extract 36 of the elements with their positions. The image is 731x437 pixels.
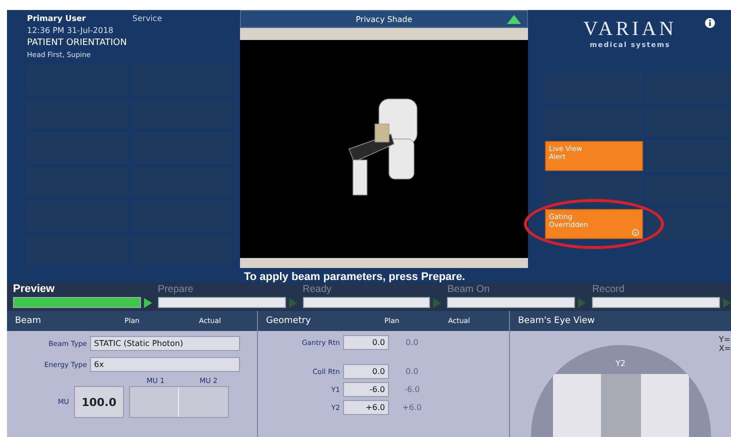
jaw-label: Y2 bbox=[616, 359, 626, 368]
workflow-step[interactable]: Preview bbox=[13, 283, 55, 295]
play-arrow-icon bbox=[433, 298, 442, 308]
mu-value: 100.0 bbox=[74, 386, 124, 418]
actual-value: +6.0 bbox=[401, 403, 423, 412]
coordinate-label: X= bbox=[718, 344, 731, 353]
status-message: To apply beam parameters, press Prepare. bbox=[243, 270, 466, 283]
play-arrow-icon bbox=[288, 298, 297, 308]
actual-value: 0.0 bbox=[404, 338, 420, 347]
workflow-step[interactable]: Record bbox=[592, 284, 624, 295]
mode-label: Service bbox=[132, 14, 162, 23]
info-icon[interactable] bbox=[705, 18, 715, 28]
field-value: 6x bbox=[90, 357, 240, 372]
play-arrow-icon bbox=[723, 298, 731, 308]
date-time: 12:36 PM 31-Jul-2018 bbox=[27, 26, 114, 35]
field-value: STATIC (Static Photon) bbox=[90, 336, 240, 351]
plan-value: +6.0 bbox=[343, 400, 389, 415]
workflow-step[interactable]: Beam On bbox=[447, 284, 490, 295]
workflow-step[interactable]: Ready bbox=[302, 284, 332, 295]
panel-title: Geometry bbox=[266, 316, 312, 326]
actual-value: -6.0 bbox=[403, 385, 421, 394]
plan-value: -6.0 bbox=[343, 382, 389, 397]
section-title: PATIENT ORIENTATION bbox=[27, 38, 128, 48]
plan-value: 0.0 bbox=[343, 335, 389, 350]
user-name: Primary User bbox=[27, 14, 86, 23]
panel-title: Beam's Eye View bbox=[518, 316, 596, 326]
panel-title: Beam bbox=[15, 316, 42, 326]
play-arrow-icon bbox=[578, 298, 586, 308]
plan-value: 0.0 bbox=[343, 364, 389, 379]
coordinate-label: Y= bbox=[718, 335, 731, 344]
actual-value: 0.0 bbox=[404, 367, 420, 376]
workflow-step[interactable]: Prepare bbox=[158, 284, 194, 295]
video-title: Privacy Shade bbox=[356, 14, 412, 24]
play-arrow-icon bbox=[144, 298, 152, 308]
info-icon bbox=[632, 229, 639, 236]
triangle-up-icon[interactable] bbox=[507, 14, 521, 24]
